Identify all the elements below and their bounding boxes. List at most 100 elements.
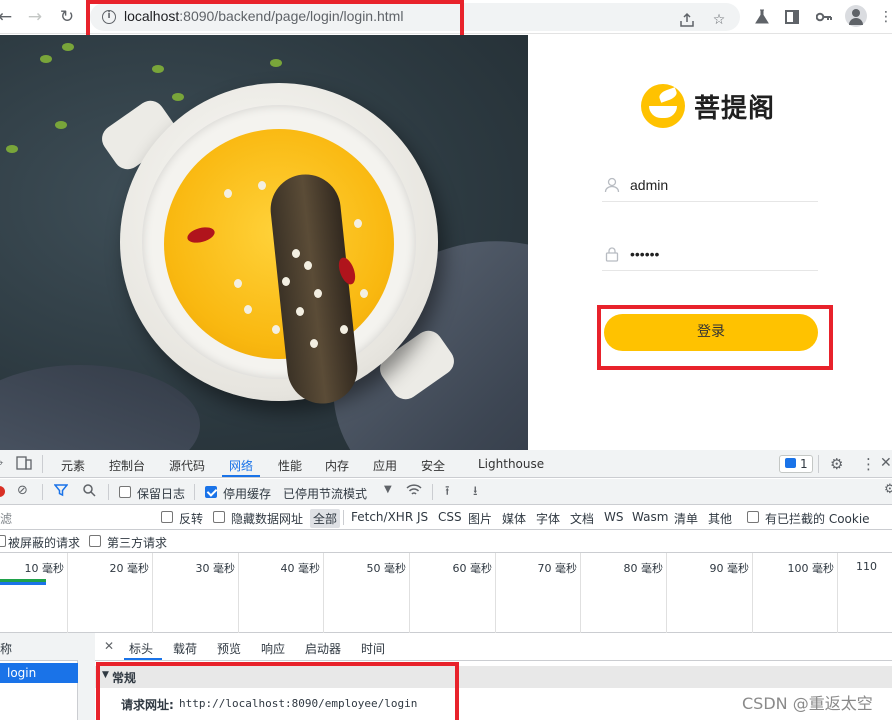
network-settings-icon[interactable]: ⚙ bbox=[884, 482, 892, 497]
devtools-tab-bar: ⌖ 元素 控制台 源代码 网络 性能 内存 应用 安全 Lighthouse 1… bbox=[0, 450, 892, 478]
annotation-box-login bbox=[597, 305, 833, 370]
timeline-tick: 100 毫秒 bbox=[787, 562, 835, 575]
issues-badge[interactable]: 1 bbox=[779, 455, 813, 473]
blocked-cookies-label: 有已拦截的 Cookie bbox=[765, 512, 870, 526]
filter-type-css[interactable]: CSS bbox=[438, 510, 462, 524]
blocked-requests-bar: 被屏蔽的请求 第三方请求 bbox=[0, 530, 892, 553]
issues-count: 1 bbox=[800, 457, 808, 471]
password-field[interactable]: •••••• bbox=[602, 237, 818, 271]
filter-type-wasm[interactable]: Wasm bbox=[632, 510, 668, 524]
timeline-tick: 90 毫秒 bbox=[709, 562, 750, 575]
detail-tab-indicator bbox=[124, 658, 162, 660]
tab-security[interactable]: 安全 bbox=[421, 457, 445, 474]
detail-tab-response[interactable]: 响应 bbox=[261, 640, 285, 657]
filter-icon[interactable] bbox=[53, 483, 69, 501]
watermark: CSDN @重返太空 bbox=[742, 694, 873, 713]
detail-tab-timing[interactable]: 时间 bbox=[361, 640, 385, 657]
clear-icon[interactable]: ⊘ bbox=[17, 483, 28, 498]
third-party-checkbox[interactable] bbox=[89, 535, 101, 547]
filter-bar: 滤 反转 隐藏数据网址 全部 Fetch/XHR JS CSS 图片 媒体 字体… bbox=[0, 505, 892, 530]
device-toolbar-icon[interactable] bbox=[16, 455, 32, 475]
import-har-icon[interactable]: ⭱ bbox=[445, 482, 450, 504]
logo-icon bbox=[641, 84, 685, 128]
timeline-tick: 40 毫秒 bbox=[280, 562, 321, 575]
filter-type-js[interactable]: JS bbox=[417, 510, 428, 524]
filter-type-all[interactable]: 全部 bbox=[310, 509, 341, 528]
close-devtools-icon[interactable]: ✕ bbox=[880, 455, 892, 471]
search-icon[interactable] bbox=[82, 483, 96, 501]
star-icon[interactable]: ☆ bbox=[708, 9, 730, 31]
tab-console[interactable]: 控制台 bbox=[109, 457, 145, 474]
hero-food-image bbox=[0, 35, 528, 450]
filter-type-media[interactable]: 媒体 bbox=[502, 510, 526, 527]
tab-elements[interactable]: 元素 bbox=[61, 457, 85, 474]
preserve-log-label: 保留日志 bbox=[137, 487, 186, 501]
filter-type-img[interactable]: 图片 bbox=[468, 510, 492, 527]
settings-icon[interactable]: ⚙ bbox=[830, 455, 843, 473]
disable-cache-label: 停用缓存 bbox=[223, 487, 272, 501]
invert-checkbox[interactable] bbox=[161, 511, 173, 523]
reload-icon[interactable]: ↻ bbox=[56, 6, 78, 28]
tab-sources[interactable]: 源代码 bbox=[169, 457, 205, 474]
hide-data-urls-checkbox[interactable] bbox=[213, 511, 225, 523]
tab-memory[interactable]: 内存 bbox=[325, 457, 349, 474]
filter-type-ws[interactable]: WS bbox=[604, 510, 623, 524]
detail-tab-initiator[interactable]: 启动器 bbox=[305, 640, 341, 657]
forward-icon[interactable]: → bbox=[24, 6, 46, 28]
back-icon[interactable]: ← bbox=[0, 6, 16, 28]
username-field[interactable]: admin bbox=[602, 168, 818, 202]
invert-label: 反转 bbox=[179, 512, 204, 526]
request-name: login bbox=[7, 666, 37, 680]
tab-network[interactable]: 网络 bbox=[229, 457, 253, 474]
menu-icon[interactable]: ⋮ bbox=[875, 6, 892, 28]
tab-application[interactable]: 应用 bbox=[373, 457, 397, 474]
soup-bowl bbox=[120, 83, 438, 408]
chevron-down-icon[interactable]: ▼ bbox=[384, 484, 392, 495]
name-column-header[interactable]: 称 bbox=[0, 640, 12, 657]
preserve-log-checkbox[interactable] bbox=[119, 486, 131, 498]
key-icon[interactable] bbox=[813, 6, 835, 28]
throttling-select[interactable]: 已停用节流模式 bbox=[283, 485, 367, 502]
disable-cache-checkbox[interactable] bbox=[205, 486, 217, 498]
request-list-header: 称 bbox=[0, 633, 78, 661]
more-icon[interactable]: ⋮ bbox=[861, 455, 876, 473]
filter-type-font[interactable]: 字体 bbox=[536, 510, 560, 527]
network-conditions-icon[interactable] bbox=[406, 483, 422, 501]
timeline-tick: 30 毫秒 bbox=[195, 562, 236, 575]
hide-data-urls-label: 隐藏数据网址 bbox=[231, 512, 304, 526]
timeline-tick: 80 毫秒 bbox=[623, 562, 664, 575]
lock-icon bbox=[604, 246, 620, 262]
close-detail-icon[interactable]: ✕ bbox=[104, 639, 114, 653]
request-list: 称 login bbox=[0, 633, 78, 720]
blocked-requests-checkbox[interactable] bbox=[0, 535, 6, 547]
tab-lighthouse[interactable]: Lighthouse bbox=[478, 457, 544, 471]
flask-icon[interactable] bbox=[751, 6, 773, 28]
filter-type-fetch-xhr[interactable]: Fetch/XHR bbox=[351, 510, 413, 524]
share-icon[interactable] bbox=[676, 9, 698, 31]
filter-type-manifest[interactable]: 清单 bbox=[674, 510, 698, 527]
request-row-login[interactable]: login bbox=[0, 663, 78, 683]
sidepanel-icon[interactable] bbox=[781, 6, 803, 28]
network-toolbar: ⊘ 保留日志 停用缓存 已停用节流模式 ▼ ⭱ ⭳ ⚙ bbox=[0, 479, 892, 505]
filter-input[interactable]: 滤 bbox=[0, 510, 12, 527]
annotation-box-request-url bbox=[96, 662, 459, 720]
timeline-tick: 20 毫秒 bbox=[109, 562, 150, 575]
password-value[interactable]: •••••• bbox=[630, 246, 659, 262]
detail-tab-payload[interactable]: 载荷 bbox=[173, 640, 197, 657]
filter-type-other[interactable]: 其他 bbox=[708, 510, 732, 527]
detail-tab-headers[interactable]: 标头 bbox=[129, 640, 153, 657]
blocked-requests-label: 被屏蔽的请求 bbox=[8, 536, 81, 550]
detail-tab-bar: ✕ 标头 载荷 预览 响应 启动器 时间 bbox=[95, 633, 892, 661]
detail-tab-preview[interactable]: 预览 bbox=[217, 640, 241, 657]
export-har-icon[interactable]: ⭳ bbox=[473, 482, 478, 504]
tab-performance[interactable]: 性能 bbox=[278, 457, 302, 474]
record-icon[interactable] bbox=[0, 486, 5, 497]
profile-icon[interactable] bbox=[845, 5, 867, 27]
network-overview-timeline[interactable]: 10 毫秒 20 毫秒 30 毫秒 40 毫秒 50 毫秒 60 毫秒 70 毫… bbox=[0, 553, 892, 633]
timeline-tick: 50 毫秒 bbox=[366, 562, 407, 575]
username-value[interactable]: admin bbox=[630, 177, 668, 193]
blocked-cookies-checkbox[interactable] bbox=[747, 511, 759, 523]
inspect-icon[interactable]: ⌖ bbox=[0, 456, 3, 471]
filter-type-doc[interactable]: 文档 bbox=[570, 510, 594, 527]
user-icon bbox=[604, 177, 620, 193]
